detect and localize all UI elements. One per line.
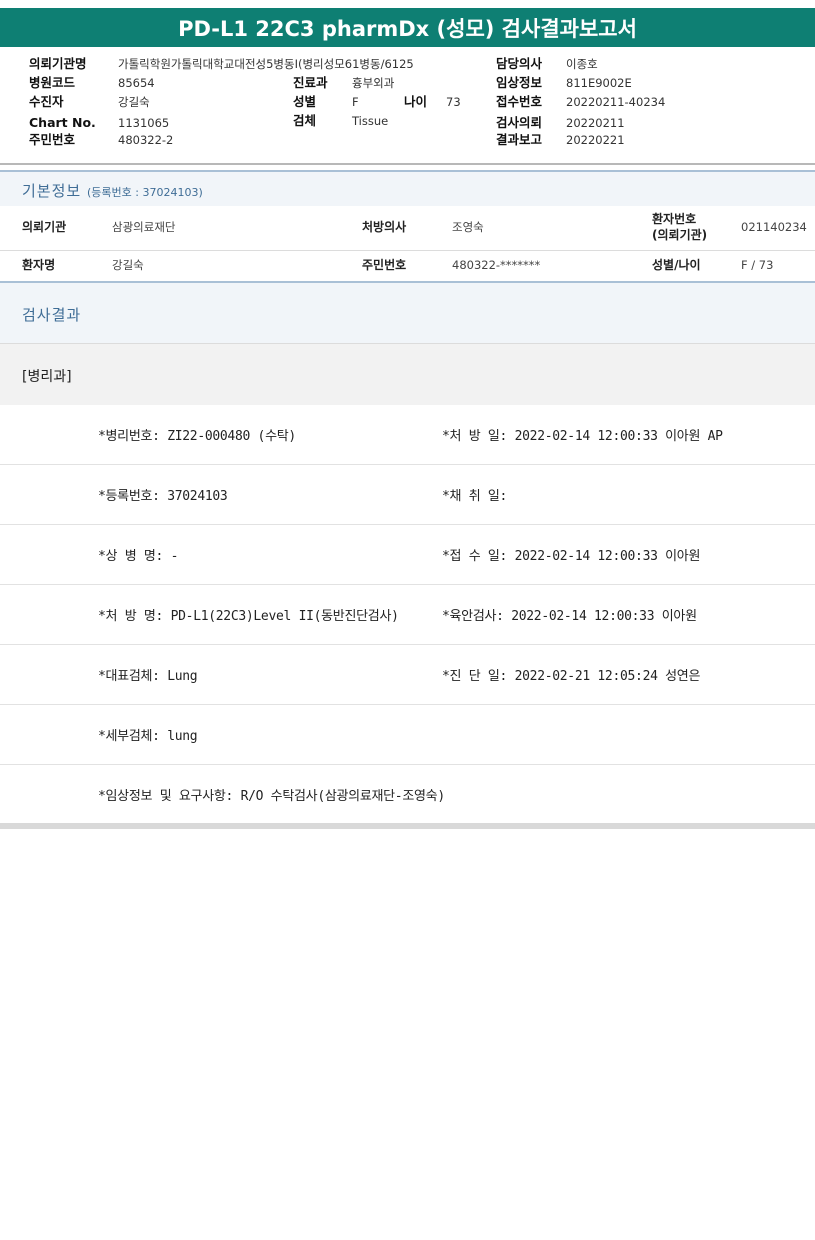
diagnosis-name: *상 병 명: - [98,549,179,564]
hdr-label-patient: 수진자 [29,94,64,109]
value-requesting-institution: 삼광의료재단 [112,220,176,234]
label-resident-number: 주민번호 [362,258,407,272]
value-patient-name: 강길숙 [112,258,144,272]
hdr-label-institution: 의뢰기관명 [29,56,87,71]
value-patient-number: 021140234 [741,220,807,234]
hdr-label-chart-no: Chart No. [29,115,96,130]
hdr-value-doctor: 이종호 [566,57,598,71]
basic-info-title: 기본정보 (등록번호 : 37024103) [22,180,203,201]
basic-info-title-text: 기본정보 [22,182,82,200]
result-row: *병리번호: ZI22-000480 (수탁) *처 방 일: 2022-02-… [0,405,815,465]
hdr-value-specimen: Tissue [352,114,389,128]
result-row: *처 방 명: PD-L1(22C3)Level II(동반진단검사) *육안검… [0,585,815,645]
hdr-value-hospital-code: 85654 [118,76,155,90]
clinical-info-requests: *임상정보 및 요구사항: R/O 수탁검사(삼광의료재단-조영숙) [98,789,445,804]
hdr-value-resident-no: 480322-2 [118,133,174,147]
label-patient-number: 환자번호 [652,212,697,226]
hdr-label-sex: 성별 [293,94,317,109]
hdr-value-department: 흉부외과 [352,76,395,90]
value-sex-age: F / 73 [741,258,774,272]
label-sex-age: 성별/나이 [652,258,701,272]
receipt-date: *접 수 일: 2022-02-14 12:00:33 이아원 [442,549,701,564]
hdr-value-receipt-no: 20220211-40234 [566,95,666,109]
result-title: 검사결과 [22,306,82,324]
department-box: [병리과] [0,343,815,405]
hdr-label-age: 나이 [404,94,428,109]
basic-info-header: 기본정보 (등록번호 : 37024103) [0,170,815,206]
result-row: *세부검체: lung [0,705,815,765]
result-row: *등록번호: 37024103 *채 취 일: [0,465,815,525]
detailed-specimen: *세부검체: lung [98,729,198,744]
basic-info-row-2: 환자명 강길숙 주민번호 480322-******* 성별/나이 F / 73 [0,251,815,282]
department-label: [병리과] [22,369,72,385]
hdr-label-department: 진료과 [293,75,328,90]
representative-specimen: *대표검체: Lung [98,669,198,684]
result-header: 검사결과 [0,281,815,343]
hdr-value-test-request: 20220211 [566,116,625,130]
report-end-bar [0,823,815,829]
label-prescribing-doctor: 처방의사 [362,220,407,234]
registration-number: *등록번호: 37024103 [98,489,228,504]
pathology-number: *병리번호: ZI22-000480 (수탁) [98,429,296,444]
basic-info-row-1: 의뢰기관 삼광의료재단 처방의사 조영숙 환자번호 (의뢰기관) 0211402… [0,206,815,251]
diagnosis-date: *진 단 일: 2022-02-21 12:05:24 성연은 [442,669,701,684]
value-prescribing-doctor: 조영숙 [452,220,484,234]
hdr-value-sex: F [352,95,359,109]
hdr-label-hospital-code: 병원코드 [29,75,76,90]
result-row: *임상정보 및 요구사항: R/O 수탁검사(삼광의료재단-조영숙) [0,765,815,825]
hdr-label-test-request: 검사의뢰 [496,115,543,130]
result-row: *대표검체: Lung *진 단 일: 2022-02-21 12:05:24 … [0,645,815,705]
hdr-value-patient: 강길숙 [118,95,150,109]
report-title: PD-L1 22C3 pharmDx (성모) 검사결과보고서 [0,8,815,47]
hdr-value-clinical-info: 811E9002E [566,76,632,90]
prescription-name: *처 방 명: PD-L1(22C3)Level II(동반진단검사) [98,609,399,624]
label-requesting-institution: 의뢰기관 [22,220,67,234]
value-resident-number: 480322-******* [452,258,541,272]
registration-number-note: (등록번호 : 37024103) [86,186,203,199]
hdr-value-age: 73 [446,95,461,109]
hdr-value-institution: 가톨릭학원가톨릭대학교대전성5병동I(병리성모61병동/6125 [118,57,414,71]
label-patient-name: 환자명 [22,258,56,272]
hdr-value-result-report: 20220221 [566,133,625,147]
gross-exam-date: *육안검사: 2022-02-14 12:00:33 이아원 [442,609,697,624]
result-row: *상 병 명: - *접 수 일: 2022-02-14 12:00:33 이아… [0,525,815,585]
hdr-label-doctor: 담당의사 [496,56,543,71]
hdr-label-resident-no: 주민번호 [29,132,76,147]
hdr-label-specimen: 검체 [293,113,317,128]
collection-date: *채 취 일: [442,489,508,504]
label-patient-number-sub: (의뢰기관) [652,228,708,242]
hdr-value-chart-no: 1131065 [118,116,170,130]
prescription-date: *처 방 일: 2022-02-14 12:00:33 이아원 AP [442,429,723,444]
header-divider [0,163,815,165]
hdr-label-result-report: 결과보고 [496,132,543,147]
hdr-label-receipt-no: 접수번호 [496,94,543,109]
hdr-label-clinical-info: 임상정보 [496,75,543,90]
